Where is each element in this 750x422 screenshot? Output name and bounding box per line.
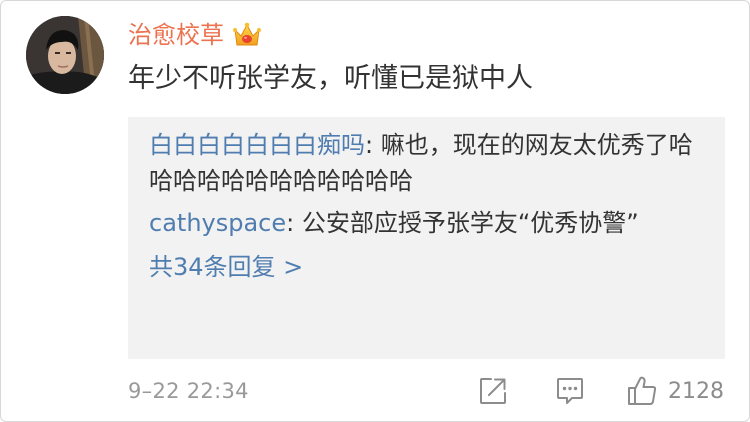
more-replies-link[interactable]: 共34条回复 > (149, 249, 303, 285)
reply-item: 白白白白白白白痴吗: 嘛也，现在的网友太优秀了哈哈哈哈哈哈哈哈哈哈哈哈 (149, 127, 705, 199)
comment-footer: 9–22 22:34 2128 (128, 371, 724, 411)
comment-button[interactable] (555, 376, 585, 406)
reply-text: 公安部应授予张学友“优秀协警” (294, 209, 639, 237)
comment-body: 年少不听张学友，听懂已是狱中人 (128, 63, 533, 94)
share-icon (480, 378, 506, 404)
comment-header: 治愈校草 (128, 15, 262, 55)
reply-box: 白白白白白白白痴吗: 嘛也，现在的网友太优秀了哈哈哈哈哈哈哈哈哈哈哈哈 cath… (128, 117, 725, 359)
avatar[interactable] (26, 16, 104, 94)
comment-author-name[interactable]: 治愈校草 (128, 19, 224, 51)
like-count: 2128 (668, 378, 724, 404)
comment-actions: 2128 (478, 373, 724, 409)
comment-icon (557, 378, 583, 404)
avatar-image (26, 16, 104, 94)
reply-separator: : (365, 131, 374, 159)
crown-icon[interactable] (232, 20, 262, 50)
reply-item: cathyspace: 公安部应授予张学友“优秀协警” (149, 205, 705, 241)
reply-author-name[interactable]: 白白白白白白白痴吗 (149, 131, 365, 159)
reply-author-name[interactable]: cathyspace (149, 209, 286, 237)
share-button[interactable] (478, 376, 508, 406)
like-button[interactable]: 2128 (626, 373, 724, 409)
comment-timestamp: 9–22 22:34 (128, 379, 249, 403)
weibo-comment-card: 治愈校草 年少不听张学友，听懂已是狱中人 白白白白白白白痴吗: 嘛也，现在的网友… (0, 0, 750, 422)
thumbs-up-icon (628, 376, 657, 405)
